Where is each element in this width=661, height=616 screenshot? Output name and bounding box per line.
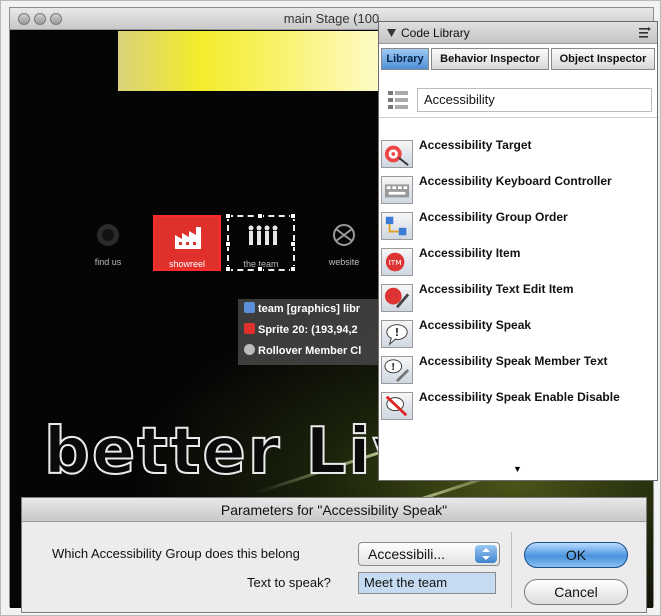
code-library-header[interactable]: Code Library — [379, 22, 657, 44]
list-item-label: Accessibility Speak Member Text — [419, 354, 608, 368]
sprite-member-text: team [graphics] libr — [258, 303, 361, 315]
library-category-row: Accessibility — [379, 82, 657, 118]
tab-library[interactable]: Library — [381, 48, 429, 70]
list-item-label: Accessibility Speak — [419, 318, 532, 332]
nav-showreel[interactable]: showreel — [153, 215, 221, 271]
keyboard-icon — [381, 176, 413, 204]
svg-text:!: ! — [391, 362, 395, 373]
ok-button[interactable]: OK — [524, 542, 628, 568]
list-item-accessibility-item[interactable]: ITM Accessibility Item — [379, 242, 657, 278]
resize-handle[interactable] — [225, 213, 231, 219]
nav-website[interactable]: website — [310, 215, 378, 271]
sprite-info-overlay: team [graphics] libr Sprite 20: (193,94,… — [238, 299, 398, 365]
sprite-behavior-text: Rollover Member Cl — [258, 345, 362, 357]
team-icon — [248, 225, 278, 245]
sprite-behavior-row: Rollover Member Cl — [244, 344, 361, 360]
nav-showreel-label: showreel — [168, 259, 206, 269]
speak-disable-icon — [381, 392, 413, 420]
library-list-icon[interactable] — [387, 90, 409, 110]
resize-handle[interactable] — [257, 266, 263, 272]
parameters-dialog-title: Parameters for "Accessibility Speak" — [220, 502, 448, 518]
find-us-icon — [97, 224, 119, 246]
list-item-label: Accessibility Keyboard Controller — [419, 174, 612, 188]
group-order-icon — [381, 212, 413, 240]
nav-the-team[interactable]: the team — [225, 213, 296, 272]
select-stepper-icon[interactable] — [475, 545, 497, 563]
library-category-select[interactable]: Accessibility — [417, 88, 652, 112]
svg-text:ITM: ITM — [389, 258, 402, 267]
resize-handle[interactable] — [225, 266, 231, 272]
code-library-tabs: Library Behavior Inspector Object Inspec… — [381, 48, 655, 70]
code-library-title: Code Library — [401, 26, 470, 40]
sprite-position-row: Sprite 20: (193,94,2 — [244, 323, 358, 339]
item-icon: ITM — [381, 248, 413, 276]
sprite-member-row: team [graphics] libr — [244, 302, 360, 318]
list-item-accessibility-speak-member-text[interactable]: ! Accessibility Speak Member Text — [379, 350, 657, 386]
list-item-label: Accessibility Target — [419, 138, 532, 152]
gear-icon — [244, 344, 255, 355]
list-item-accessibility-speak[interactable]: ! Accessibility Speak — [379, 314, 657, 350]
text-edit-icon — [381, 284, 413, 312]
globe-icon — [333, 224, 355, 246]
target-icon — [381, 140, 413, 168]
svg-text:!: ! — [395, 328, 400, 339]
text-to-speak-input[interactable]: Meet the team — [358, 572, 496, 594]
yellow-banner-graphic — [118, 31, 388, 91]
better-living-graphic-text: better Liv — [43, 414, 417, 490]
group-select-value: Accessibili... — [368, 546, 446, 562]
resize-handle[interactable] — [257, 213, 263, 219]
sprite-icon — [244, 323, 255, 334]
code-library-panel: Code Library Library Behavior Inspector … — [378, 21, 658, 481]
list-item-label: Accessibility Text Edit Item — [419, 282, 574, 296]
resize-handle[interactable] — [290, 213, 296, 219]
tab-behavior-inspector[interactable]: Behavior Inspector — [431, 48, 549, 70]
text-to-speak-label: Text to speak? — [247, 575, 331, 590]
list-item-accessibility-speak-enable-disable[interactable]: Accessibility Speak Enable Disable — [379, 386, 657, 422]
list-item-label: Accessibility Speak Enable Disable — [419, 390, 620, 404]
nav-find-us-label: find us — [94, 257, 122, 267]
list-item-label: Accessibility Group Order — [419, 210, 568, 224]
panel-menu-icon[interactable] — [639, 27, 651, 38]
factory-icon — [175, 227, 201, 249]
list-item-accessibility-text-edit-item[interactable]: Accessibility Text Edit Item — [379, 278, 657, 314]
list-item-accessibility-keyboard-controller[interactable]: Accessibility Keyboard Controller — [379, 170, 657, 206]
resize-handle[interactable] — [290, 241, 296, 247]
sprite-position-text: Sprite 20: (193,94,2 — [258, 324, 358, 336]
parameters-dialog: Parameters for "Accessibility Speak" Whi… — [21, 497, 647, 613]
scroll-down-arrow-icon[interactable]: ▼ — [513, 464, 522, 474]
disclosure-triangle-icon[interactable] — [387, 29, 396, 37]
nav-find-us[interactable]: find us — [74, 215, 142, 271]
speech-bubble-icon: ! — [381, 320, 413, 348]
list-item-label: Accessibility Item — [419, 246, 521, 260]
resize-handle[interactable] — [290, 266, 296, 272]
resize-handle[interactable] — [225, 241, 231, 247]
bitmap-member-icon — [244, 302, 255, 313]
dialog-divider — [511, 532, 512, 608]
screen: main Stage (100 find us showreel the tea… — [0, 0, 661, 616]
speak-member-icon: ! — [381, 356, 413, 384]
tab-object-inspector[interactable]: Object Inspector — [551, 48, 655, 70]
cancel-button[interactable]: Cancel — [524, 579, 628, 605]
group-label: Which Accessibility Group does this belo… — [52, 546, 300, 561]
list-item-accessibility-group-order[interactable]: Accessibility Group Order — [379, 206, 657, 242]
list-item-accessibility-target[interactable]: Accessibility Target — [379, 134, 657, 170]
parameters-dialog-titlebar[interactable]: Parameters for "Accessibility Speak" — [22, 498, 646, 522]
accessibility-group-select[interactable]: Accessibili... — [358, 542, 500, 566]
nav-website-label: website — [328, 257, 360, 267]
